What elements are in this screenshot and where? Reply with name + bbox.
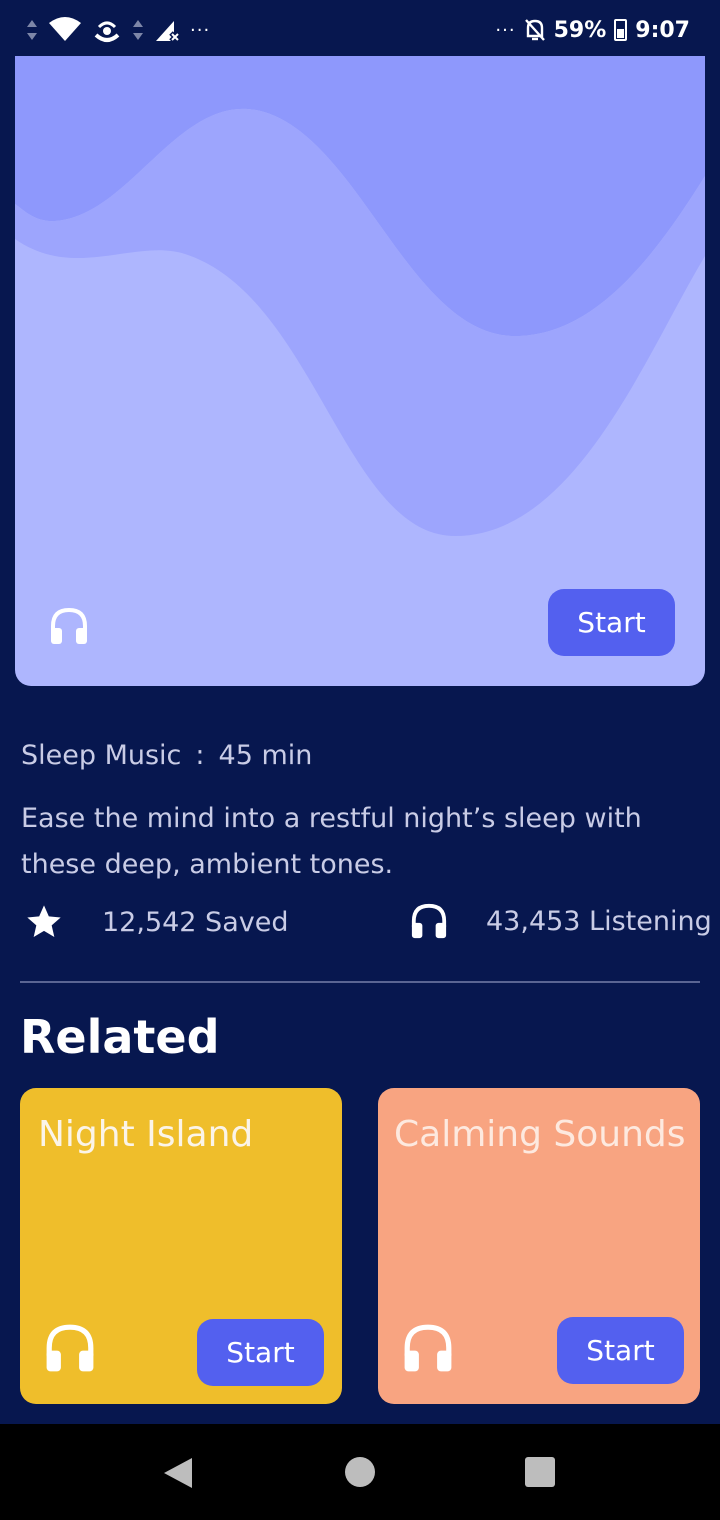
hero-card: Start	[15, 56, 705, 686]
divider	[20, 981, 700, 983]
card-title: Calming Sounds	[394, 1114, 686, 1155]
related-card-calming-sounds[interactable]: Calming Sounds Start	[378, 1088, 700, 1404]
listening-stat: 43,453 Listening	[410, 902, 712, 940]
recents-icon[interactable]	[525, 1457, 555, 1487]
status-bar: ··· ··· 59% 9:07	[0, 0, 720, 60]
saved-stat: 12,542 Saved	[24, 902, 288, 942]
system-nav-bar	[0, 1424, 720, 1520]
related-heading: Related	[20, 1010, 220, 1064]
signal-icon	[156, 21, 180, 43]
data-arrows-icon	[133, 20, 143, 40]
calming-sounds-start-button[interactable]: Start	[557, 1317, 684, 1384]
battery-icon	[614, 19, 628, 41]
status-overflow-dots: ···	[190, 19, 211, 41]
related-card-night-island[interactable]: Night Island Start	[20, 1088, 342, 1404]
track-duration: 45 min	[218, 740, 313, 771]
star-icon[interactable]	[24, 902, 64, 942]
track-category: Sleep Music	[21, 740, 182, 771]
meta-separator: :	[195, 740, 205, 771]
status-overflow-dots: ···	[495, 19, 516, 41]
battery-percent: 59%	[553, 17, 607, 43]
home-icon[interactable]	[345, 1457, 375, 1487]
hero-start-button[interactable]: Start	[548, 589, 675, 656]
headphones-icon	[411, 903, 447, 939]
night-island-start-button[interactable]: Start	[197, 1319, 324, 1386]
headphones-icon	[404, 1324, 452, 1372]
saved-count: 12,542 Saved	[102, 906, 289, 938]
status-right: ··· 59% 9:07	[495, 18, 690, 43]
track-meta: Sleep Music : 45 min	[21, 740, 312, 771]
data-arrows-icon	[27, 20, 37, 40]
headphones-icon	[46, 1324, 94, 1372]
hotspot-icon	[94, 21, 120, 42]
wifi-icon	[49, 17, 81, 41]
bell-off-icon	[524, 19, 545, 41]
status-left: ···	[26, 17, 210, 43]
card-title: Night Island	[38, 1114, 254, 1155]
back-icon[interactable]	[162, 1456, 194, 1490]
track-description: Ease the mind into a restful night’s sle…	[21, 803, 642, 880]
headphones-icon	[51, 607, 87, 644]
clock: 9:07	[635, 17, 690, 43]
listening-count: 43,453 Listening	[486, 905, 712, 937]
